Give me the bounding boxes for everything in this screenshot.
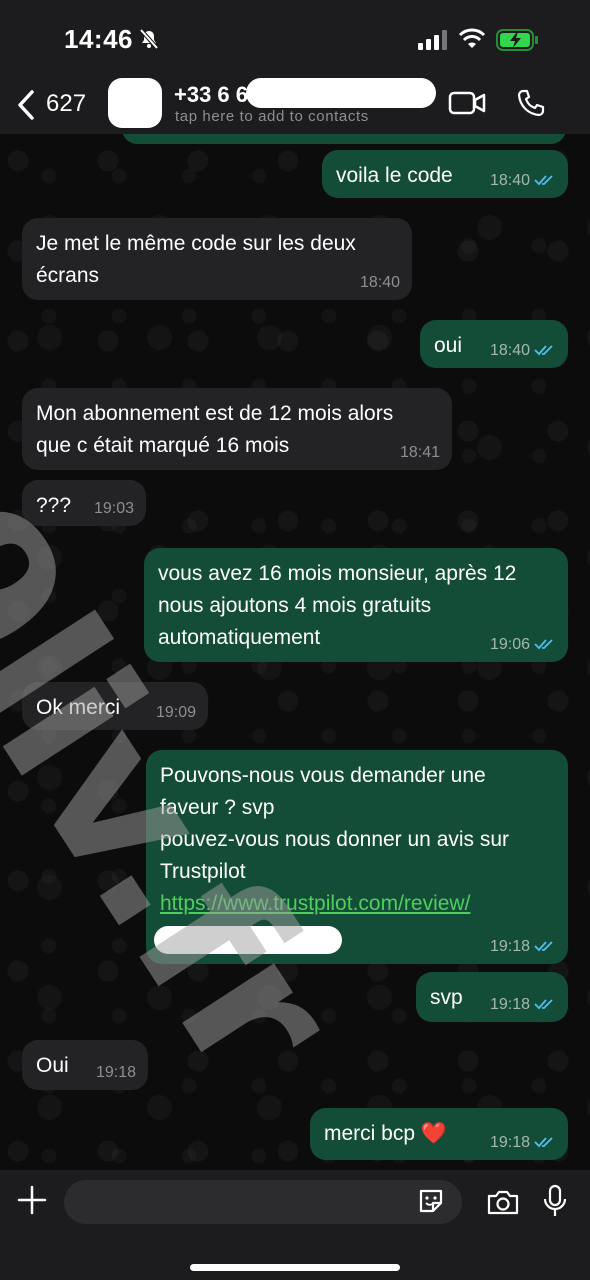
plus-icon[interactable] — [16, 1184, 48, 1216]
message-text: vous avez 16 mois monsieur, après 12 nou… — [158, 562, 517, 649]
message-meta: 19:06 — [490, 635, 556, 655]
message-bubble[interactable]: svp 19:18 — [416, 972, 568, 1022]
muted-bell-icon — [139, 28, 159, 50]
message-text: voila le code — [336, 164, 453, 187]
message-meta: 19:18 — [490, 995, 556, 1015]
contact-name[interactable]: +33 6 6 — [174, 82, 248, 108]
back-unread-count[interactable]: 627 — [46, 90, 86, 118]
video-camera-icon[interactable] — [448, 90, 486, 116]
read-ticks-icon — [534, 639, 553, 650]
read-ticks-icon — [534, 1137, 553, 1148]
camera-icon[interactable] — [486, 1188, 520, 1216]
message-bubble[interactable]: Je met le même code sur les deux écrans … — [22, 218, 412, 300]
chat-header: 627 +33 6 6 tap here to add to contacts — [0, 78, 590, 134]
wifi-icon — [458, 28, 486, 48]
microphone-icon[interactable] — [542, 1184, 568, 1218]
name-redaction — [246, 78, 436, 108]
read-ticks-icon — [534, 999, 553, 1010]
avatar[interactable] — [108, 78, 162, 128]
message-bubble[interactable]: ??? 19:03 — [22, 480, 146, 526]
message-meta: 18:40 — [490, 341, 556, 361]
message-time: 19:18 — [95, 1064, 136, 1081]
message-text: oui — [434, 334, 463, 357]
read-ticks-icon — [534, 345, 553, 356]
contact-subtitle[interactable]: tap here to add to contacts — [175, 108, 369, 125]
message-text: Pouvons-nous vous demander une faveur ? … — [160, 764, 510, 883]
battery-charging-icon — [496, 29, 538, 51]
message-text: ??? — [36, 494, 72, 517]
home-indicator — [190, 1264, 400, 1271]
message-time: 19:18 — [489, 938, 530, 955]
message-bubble[interactable]: vous avez 16 mois monsieur, après 12 nou… — [144, 548, 568, 662]
message-bubble[interactable]: merci bcp ❤️ 19:18 — [310, 1108, 568, 1160]
message-time: 19:18 — [489, 996, 530, 1013]
message-time: 19:09 — [155, 704, 196, 721]
message-bubble[interactable]: Oui 19:18 — [22, 1040, 148, 1090]
message-bubble[interactable]: Pouvons-nous vous demander une faveur ? … — [146, 750, 568, 964]
sticker-icon[interactable] — [416, 1186, 446, 1216]
message-text: merci bcp ❤️ — [324, 1118, 447, 1150]
message-time: 19:03 — [93, 500, 134, 517]
trustpilot-link[interactable]: https://www.trustpilot.com/review/ — [160, 888, 470, 920]
message-meta: 19:18 — [490, 1133, 556, 1153]
read-ticks-icon — [534, 941, 553, 952]
message-time: 18:40 — [359, 274, 400, 291]
message-time: 19:06 — [489, 636, 530, 653]
message-meta: 19:18 — [490, 937, 556, 957]
phone-icon[interactable] — [516, 88, 546, 118]
message-time: 19:18 — [489, 1134, 530, 1151]
link-redaction — [154, 926, 342, 954]
status-time: 14:46 — [64, 24, 133, 54]
message-text: Mon abonnement est de 12 mois alors que … — [36, 402, 394, 457]
message-bubble[interactable]: oui 18:40 — [420, 320, 568, 368]
chat-area[interactable]: voila le code 18:40 Je met le même code … — [0, 134, 590, 1170]
message-text-content: merci bcp — [324, 1122, 416, 1145]
message-meta: 18:40 — [490, 171, 556, 191]
signal-icon — [418, 30, 447, 50]
message-bubble[interactable]: Mon abonnement est de 12 mois alors que … — [22, 388, 452, 470]
read-ticks-icon — [534, 175, 553, 186]
message-text: Oui — [36, 1054, 69, 1077]
message-text: svp — [430, 986, 463, 1009]
message-time: 18:40 — [489, 342, 530, 359]
heart-emoji: ❤️ — [420, 1122, 448, 1145]
message-bubble[interactable]: voila le code 18:40 — [322, 150, 568, 198]
message-bubble[interactable]: Ok merci 19:09 — [22, 682, 208, 730]
message-time: 18:41 — [399, 444, 440, 461]
input-bar — [0, 1170, 590, 1280]
chevron-left-icon[interactable] — [14, 88, 38, 122]
message-time: 18:40 — [489, 172, 530, 189]
status-bar: 14:46 — [0, 0, 590, 78]
message-text: Je met le même code sur les deux écrans — [36, 232, 356, 287]
message-text: Ok merci — [36, 696, 120, 719]
partial-outgoing-bubble — [122, 134, 566, 144]
message-input[interactable] — [64, 1180, 462, 1224]
